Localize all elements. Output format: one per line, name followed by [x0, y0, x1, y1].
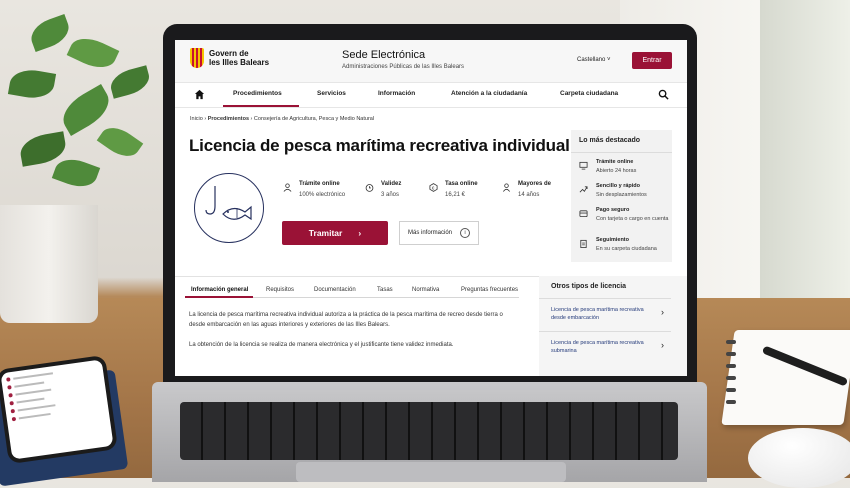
more-info-label: Más información: [407, 230, 452, 236]
tramitar-button[interactable]: Tramitar ›: [282, 221, 388, 245]
tab-informacion-general[interactable]: Información general: [191, 287, 248, 293]
trackpad: [296, 462, 566, 482]
content-paragraph: La obtención de la licencia se realiza d…: [189, 342, 454, 348]
monitor-icon: [579, 161, 588, 170]
govern-logo-icon[interactable]: [190, 48, 204, 68]
fact-label: Mayores de: [518, 181, 552, 187]
search-icon[interactable]: [658, 89, 669, 100]
info-icon: i: [460, 228, 470, 238]
notebook-ring: [726, 388, 736, 392]
highlights-panel: Lo más destacado Trámite online Abierto …: [571, 130, 672, 262]
highlight-label: Sencillo y rápido: [596, 183, 641, 189]
fact-value: 16,21 €: [445, 192, 466, 198]
other-licenses-title: Otros tipos de licencia: [551, 283, 627, 290]
notebook-ring: [726, 364, 736, 368]
site-subtitle: Administraciones Públicas de las Illes B…: [342, 64, 465, 70]
notebook-ring: [726, 400, 736, 404]
nav-item-informacion[interactable]: Información: [378, 90, 415, 97]
breadcrumb-current: Consejería de Agricultura, Pesca y Medio…: [253, 116, 375, 122]
breadcrumb-procedimientos[interactable]: Procedimientos: [208, 116, 249, 122]
language-selector[interactable]: Castellano ˅: [577, 57, 611, 63]
breadcrumb: Inicio › Procedimientos › Consejería de …: [190, 116, 375, 122]
site-header: Govern de les Illes Balears Sede Electró…: [175, 40, 687, 82]
breadcrumb-home[interactable]: Inicio: [190, 116, 203, 122]
fee-icon: €: [429, 183, 438, 192]
chevron-down-icon: ˅: [607, 57, 611, 63]
clock-icon: [365, 184, 374, 192]
nav-item-atencion[interactable]: Atención a la ciudadanía: [451, 90, 527, 97]
highlight-value: En su carpeta ciudadana: [596, 246, 657, 252]
chevron-right-icon: ›: [358, 228, 362, 238]
fact-value: 3 años: [381, 192, 400, 198]
notebook-ring: [726, 376, 736, 380]
highlight-value: Abierto 24 horas: [596, 168, 637, 174]
fishing-hook-fish-icon: [205, 186, 252, 221]
site-title[interactable]: Sede Electrónica: [342, 49, 425, 61]
svg-text:€: €: [432, 185, 435, 190]
highlight-value: Sin desplazamientos: [596, 192, 647, 198]
highlights-title: Lo más destacado: [579, 137, 641, 144]
laptop-screen: Govern de les Illes Balears Sede Electró…: [175, 40, 687, 376]
govern-logo-text[interactable]: Govern de les Illes Balears: [209, 49, 279, 67]
tab-preguntas-frecuentes[interactable]: Preguntas frecuentes: [461, 287, 518, 293]
fact-value: 14 años: [518, 192, 540, 198]
page-title: Licencia de pesca marítima recreativa in…: [189, 136, 570, 155]
window-background: [760, 0, 850, 300]
chevron-right-icon[interactable]: ›: [661, 340, 664, 350]
plant: [0, 0, 170, 215]
notebook-ring: [726, 340, 736, 344]
logo-line-2: les Illes Balears: [209, 58, 270, 67]
mouse: [748, 428, 850, 488]
tab-active-indicator: [185, 296, 253, 298]
nav-active-indicator: [223, 105, 299, 107]
highlight-value: Con tarjeta o cargo en cuenta: [596, 216, 669, 222]
nav-item-servicios[interactable]: Servicios: [317, 90, 346, 97]
login-button[interactable]: Entrar: [632, 52, 672, 69]
keyboard: [180, 402, 678, 460]
highlight-label: Trámite online: [596, 159, 634, 165]
trend-arrow-icon: [579, 186, 588, 193]
other-license-link[interactable]: Licencia de pesca marítima recreativa su…: [551, 339, 659, 355]
language-label: Castellano: [577, 57, 606, 63]
other-licenses-panel: Otros tipos de licencia Licencia de pesc…: [539, 276, 687, 376]
highlight-label: Seguimiento: [596, 237, 630, 243]
fact-value: 100% electrónico: [299, 192, 346, 198]
tab-documentacion[interactable]: Documentación: [314, 287, 356, 293]
fact-label: Trámite online: [299, 181, 340, 187]
nav-item-procedimientos[interactable]: Procedimientos: [233, 90, 282, 97]
person-icon: [503, 183, 510, 192]
user-icon: [283, 183, 292, 192]
home-icon[interactable]: [194, 89, 205, 100]
fact-label: Validez: [381, 181, 402, 187]
content-paragraph: La licencia de pesca marítima recreativa…: [189, 312, 503, 328]
other-license-link[interactable]: Licencia de pesca marítima recreativa de…: [551, 306, 659, 322]
smartphone: [0, 354, 119, 465]
tab-normativa[interactable]: Normativa: [412, 287, 439, 293]
clipboard-icon: [580, 239, 587, 248]
chevron-right-icon[interactable]: ›: [661, 307, 664, 317]
logo-line-1: Govern de: [209, 49, 249, 58]
tab-tasas[interactable]: Tasas: [377, 287, 393, 293]
main-nav: Procedimientos Servicios Información Ate…: [175, 82, 687, 108]
more-info-button[interactable]: Más información i: [399, 221, 479, 245]
tab-requisitos[interactable]: Requisitos: [266, 287, 294, 293]
plant-pot: [0, 205, 98, 323]
fishing-illustration: [194, 173, 264, 243]
tramitar-label: Tramitar: [308, 228, 343, 238]
wallet-icon: [579, 210, 588, 218]
highlight-label: Pago seguro: [596, 207, 630, 213]
nav-item-carpeta[interactable]: Carpeta ciudadana: [560, 90, 618, 97]
notebook-ring: [726, 352, 736, 356]
fact-label: Tasa online: [445, 181, 478, 187]
